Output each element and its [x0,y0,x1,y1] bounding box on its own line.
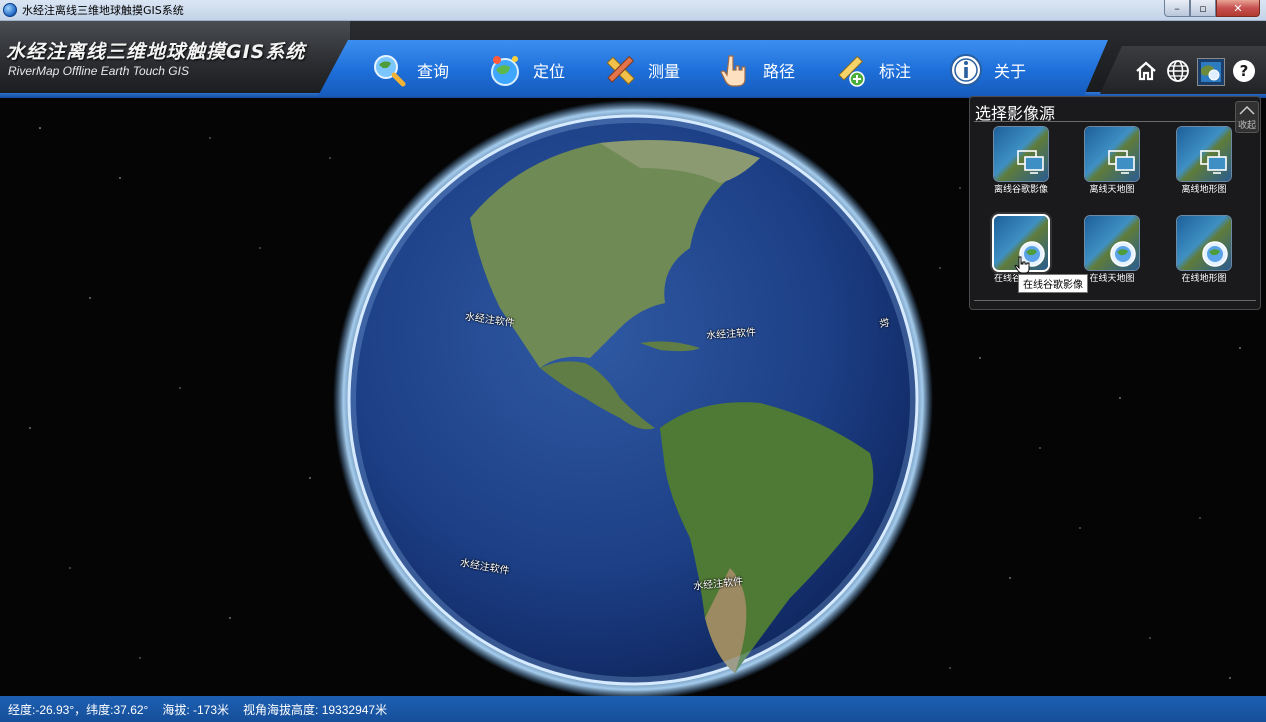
nav-route-label: 路径 [763,62,796,81]
nav-about-label: 关于 [994,62,1027,81]
tile-label: 离线谷歌影像 [993,185,1048,195]
tile-label: 离线地形图 [1181,185,1227,195]
status-bar: 经度:-26.93°， 纬度:37.62° 海拔: -173米 视角海拔高度: … [0,696,1266,722]
nav-annotate-button[interactable]: 标注 [833,50,911,90]
chevron-up-icon [1239,105,1255,115]
latitude-readout: 纬度:37.62° [86,702,149,717]
nav-query-label: 查询 [417,62,450,81]
tile-label: 离线天地图 [1089,185,1135,195]
app-icon [3,3,17,17]
offline-monitor-icon [1200,150,1227,174]
window-title-bar: 水经注离线三维地球触摸GIS系统 – ▫ ✕ [0,0,1266,21]
minimize-button[interactable]: – [1164,0,1190,17]
pencil-add-icon [838,55,865,87]
help-icon: ? [1233,60,1255,82]
nav-locate-button[interactable]: 定位 [487,50,565,90]
tile-offline-terrain[interactable]: 离线地形图 [1164,127,1244,196]
imagery-layer-icon [1201,62,1221,82]
view-height-readout: 视角海拔高度: 19332947米 [243,702,388,717]
imagery-layer-button[interactable] [1197,58,1225,86]
close-button[interactable]: ✕ [1216,0,1260,17]
imagery-thumbnail [994,216,1048,274]
imagery-thumbnail [994,127,1048,181]
home-button[interactable] [1133,58,1159,84]
nav-about-button[interactable]: 关于 [948,50,1026,90]
longitude-readout: 经度:-26.93°， [8,702,87,717]
nav-query-button[interactable]: 查询 [371,50,449,90]
globe-icon [1167,60,1189,82]
ruler-pencil-icon [606,55,635,85]
divider [974,300,1256,301]
app-subtitle: RiverMap Offline Earth Touch GIS [8,64,189,78]
tile-tooltip: 在线谷歌影像 [1018,274,1088,293]
offline-monitor-icon [1108,150,1135,174]
offline-monitor-icon [1017,150,1044,174]
elevation-readout: 海拔: -173米 [162,702,230,717]
svg-text:?: ? [1240,62,1249,80]
image-source-panel: 选择影像源 收起 离线谷歌影像 离线天地图 离线地形图 在线天地图 在线地形图 [969,96,1261,310]
tile-label: 在线地形图 [1181,274,1227,284]
imagery-thumbnail [1177,216,1231,270]
imagery-thumbnail [1085,216,1139,270]
nav-locate-label: 定位 [533,62,566,81]
window-controls: – ▫ ✕ [1164,0,1260,17]
online-globe-icon [1110,241,1136,267]
globe-view-button[interactable] [1165,58,1191,84]
magnifier-globe-icon [374,55,406,87]
nav-measure-label: 测量 [648,62,681,81]
divider [974,121,1256,122]
nav-route-button[interactable]: 路径 [717,50,795,90]
hand-cursor-icon [1014,256,1030,274]
tile-online-terrain[interactable]: 在线地形图 [1164,216,1244,285]
app-title: 水经注离线三维地球触摸GIS系统 [6,41,306,63]
tile-offline-google-imagery[interactable]: 离线谷歌影像 [981,127,1061,196]
nav-measure-button[interactable]: 测量 [602,50,680,90]
help-button[interactable]: ? [1231,58,1257,84]
tile-offline-tianditu[interactable]: 离线天地图 [1072,127,1152,196]
locate-globe-icon [491,56,519,86]
imagery-thumbnail [1177,127,1231,181]
imagery-thumbnail [1085,127,1139,181]
home-icon [1136,61,1156,81]
maximize-button[interactable]: ▫ [1190,0,1216,17]
info-icon [950,54,982,86]
online-globe-icon [1202,241,1228,267]
hand-pointer-icon [720,55,746,87]
nav-annotate-label: 标注 [879,62,912,81]
window-title: 水经注离线三维地球触摸GIS系统 [22,4,184,17]
